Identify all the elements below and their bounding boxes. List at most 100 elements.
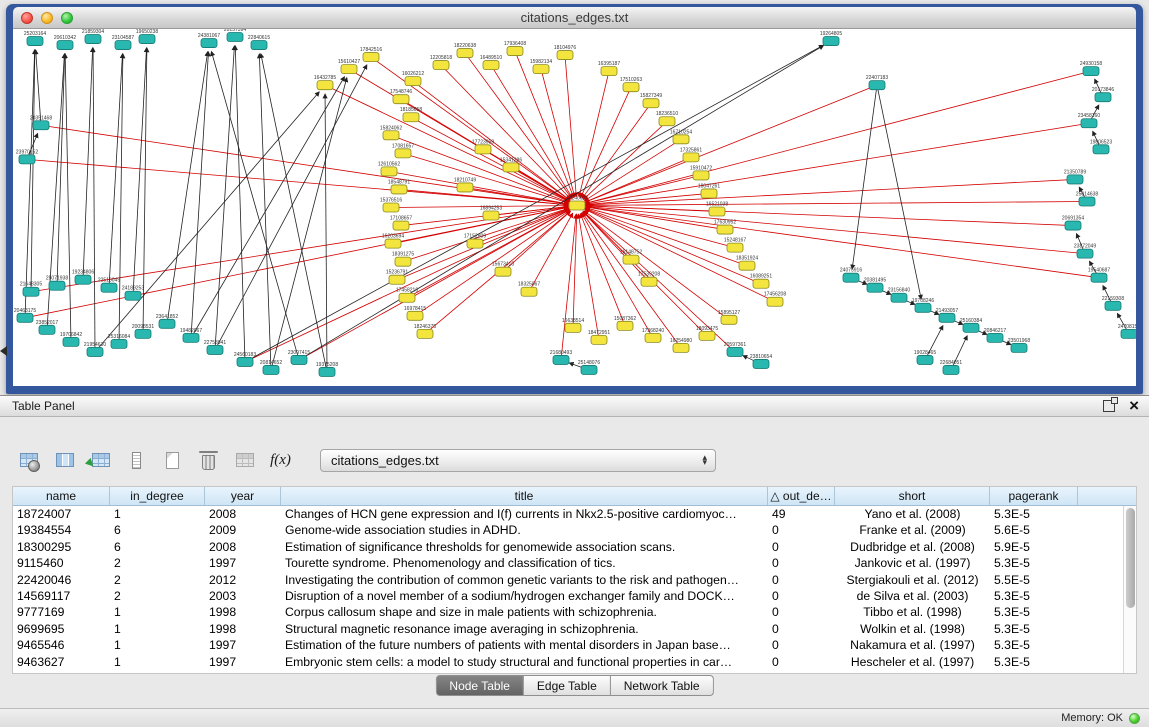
graph-node[interactable]: 21648305 xyxy=(20,282,42,297)
graph-node[interactable]: 16148752 xyxy=(620,250,642,265)
graph-node[interactable]: 15376516 xyxy=(380,197,402,212)
graph-node[interactable]: 17456208 xyxy=(764,292,786,307)
graph-node[interactable]: 24189253 xyxy=(122,286,144,301)
graph-node[interactable]: 16254980 xyxy=(670,338,692,353)
graph-node[interactable]: 18185058 xyxy=(400,107,422,122)
table-settings-icon[interactable] xyxy=(16,448,41,473)
graph-node[interactable]: 15673410 xyxy=(492,262,514,277)
import-table-icon[interactable] xyxy=(88,448,113,473)
graph-node[interactable]: 20157394 xyxy=(224,29,246,42)
column-header-name[interactable]: name xyxy=(13,487,110,505)
graph-node[interactable]: 18472951 xyxy=(588,330,610,345)
table-row[interactable]: 1456911722003Disruption of a novel membe… xyxy=(13,588,1136,604)
graph-node[interactable]: 22516049 xyxy=(98,278,120,293)
show-columns-icon[interactable] xyxy=(52,448,77,473)
graph-node[interactable]: 23970152 xyxy=(16,149,38,164)
graph-node[interactable]: 18210749 xyxy=(454,177,476,192)
table-row[interactable]: 2242004622012Investigating the contribut… xyxy=(13,572,1136,588)
graph-node[interactable]: 15236791 xyxy=(386,270,408,285)
graph-node[interactable]: 18093475 xyxy=(696,326,718,341)
graph-node[interactable]: 22159308 xyxy=(1102,296,1124,311)
graph-node[interactable]: 17936408 xyxy=(504,41,526,56)
graph-node[interactable]: 19375208 xyxy=(316,362,338,377)
graph-node[interactable]: 17368240 xyxy=(642,328,664,343)
graph-node[interactable]: 17458216 xyxy=(396,288,418,303)
graph-node[interactable]: 21680493 xyxy=(550,350,572,365)
column-header-in_degree[interactable]: in_degree xyxy=(110,487,205,505)
table-scrollbar[interactable] xyxy=(1123,506,1136,673)
graph-node[interactable]: 20691354 xyxy=(1062,216,1084,231)
graph-node[interactable]: 23852017 xyxy=(36,320,58,335)
graph-node[interactable]: 15827349 xyxy=(640,93,662,108)
network-canvas[interactable]: 1724062712205818160262121754874618185058… xyxy=(13,29,1136,386)
graph-node[interactable]: 19650238 xyxy=(136,29,158,44)
graph-node[interactable]: 25014638 xyxy=(1076,191,1098,206)
graph-node[interactable]: 20814652 xyxy=(260,360,282,375)
graph-node[interactable]: 22684051 xyxy=(940,360,962,375)
graph-node[interactable]: 23097415 xyxy=(288,350,310,365)
graph-node[interactable]: 17325861 xyxy=(680,147,702,162)
graph-node[interactable]: 16203694 xyxy=(382,234,404,249)
table-row[interactable]: 969969511998Structural magnetic resonanc… xyxy=(13,621,1136,637)
graph-node[interactable]: 16978415 xyxy=(404,306,426,321)
graph-node[interactable]: 17081657 xyxy=(392,143,414,158)
graph-node[interactable]: 18104976 xyxy=(554,45,576,60)
graph-node[interactable]: 17548746 xyxy=(390,89,412,104)
graph-node[interactable]: 23156840 xyxy=(888,288,910,303)
graph-node[interactable]: 15610427 xyxy=(338,59,360,74)
graph-node[interactable]: 20846217 xyxy=(984,328,1006,343)
graph-node[interactable]: 23872049 xyxy=(1074,244,1096,259)
graph-node[interactable]: 17630952 xyxy=(714,220,736,235)
column-header-pagerank[interactable]: pagerank xyxy=(990,487,1078,505)
graph-node[interactable]: 19264805 xyxy=(820,31,842,46)
graph-node[interactable]: 20173846 xyxy=(1092,87,1114,102)
graph-node[interactable]: 16894253 xyxy=(480,206,502,221)
graph-node[interactable]: 15824062 xyxy=(380,125,402,140)
row-list-icon[interactable] xyxy=(124,448,149,473)
graph-node[interactable]: 20610342 xyxy=(54,35,76,50)
graph-node[interactable]: 18047261 xyxy=(698,183,720,198)
column-header-year[interactable]: year xyxy=(205,487,281,505)
graph-node[interactable]: 17240627 xyxy=(566,195,588,210)
graph-node[interactable]: 18391275 xyxy=(392,252,414,267)
graph-node[interactable]: 12610562 xyxy=(378,161,400,176)
graph-node[interactable]: 23810654 xyxy=(750,354,772,369)
graph-node[interactable]: 18236510 xyxy=(656,111,678,126)
table-row[interactable]: 946362711997Embryonic stem cells: a mode… xyxy=(13,654,1136,670)
graph-node[interactable]: 23501968 xyxy=(1008,338,1030,353)
graph-node[interactable]: 23104587 xyxy=(112,35,134,50)
graph-node[interactable]: 21493057 xyxy=(936,308,958,323)
graph-node[interactable]: 19540687 xyxy=(1088,268,1110,283)
graph-node[interactable]: 17723958 xyxy=(472,139,494,154)
graph-node[interactable]: 25160384 xyxy=(960,318,982,333)
graph-node[interactable]: 19028465 xyxy=(914,350,936,365)
graph-node[interactable]: 16089251 xyxy=(750,274,772,289)
graph-node[interactable]: 25203164 xyxy=(24,31,46,46)
table-row[interactable]: 1938455462009Genome-wide association stu… xyxy=(13,522,1136,538)
network-view[interactable]: 1724062712205818160262121754874618185058… xyxy=(13,29,1136,386)
delete-table-icon[interactable] xyxy=(232,448,257,473)
scrollbar-thumb[interactable] xyxy=(1126,508,1135,608)
column-header-out_de[interactable]: △ out_de… xyxy=(768,487,835,505)
graph-node[interactable]: 24930158 xyxy=(1080,61,1102,76)
graph-node[interactable]: 17152809 xyxy=(464,234,486,249)
zoom-window-button[interactable] xyxy=(61,12,73,24)
graph-node[interactable]: 17108657 xyxy=(390,216,412,231)
table-row[interactable]: 1872400712008Changes of HCN gene express… xyxy=(13,506,1136,522)
graph-node[interactable]: 21859304 xyxy=(82,29,104,44)
window-titlebar[interactable]: citations_edges.txt xyxy=(13,7,1136,29)
graph-node[interactable]: 23458160 xyxy=(1078,113,1100,128)
graph-node[interactable]: 21350789 xyxy=(1064,169,1086,184)
graph-node[interactable]: 16710254 xyxy=(670,129,692,144)
graph-node[interactable]: 19234806 xyxy=(72,270,94,285)
graph-node[interactable]: 16026212 xyxy=(402,71,424,86)
graph-node[interactable]: 20597361 xyxy=(724,342,746,357)
graph-node[interactable]: 20098531 xyxy=(132,324,154,339)
graph-node[interactable]: 24708153 xyxy=(1118,324,1136,339)
panel-collapse-arrow[interactable] xyxy=(0,346,7,356)
graph-node[interactable]: 25148076 xyxy=(578,360,600,375)
graph-node[interactable]: 18220638 xyxy=(454,43,476,58)
column-header-short[interactable]: short xyxy=(835,487,990,505)
table-row[interactable]: 911546021997Tourette syndrome. Phenomeno… xyxy=(13,555,1136,571)
graph-node[interactable]: 24560183 xyxy=(234,352,256,367)
